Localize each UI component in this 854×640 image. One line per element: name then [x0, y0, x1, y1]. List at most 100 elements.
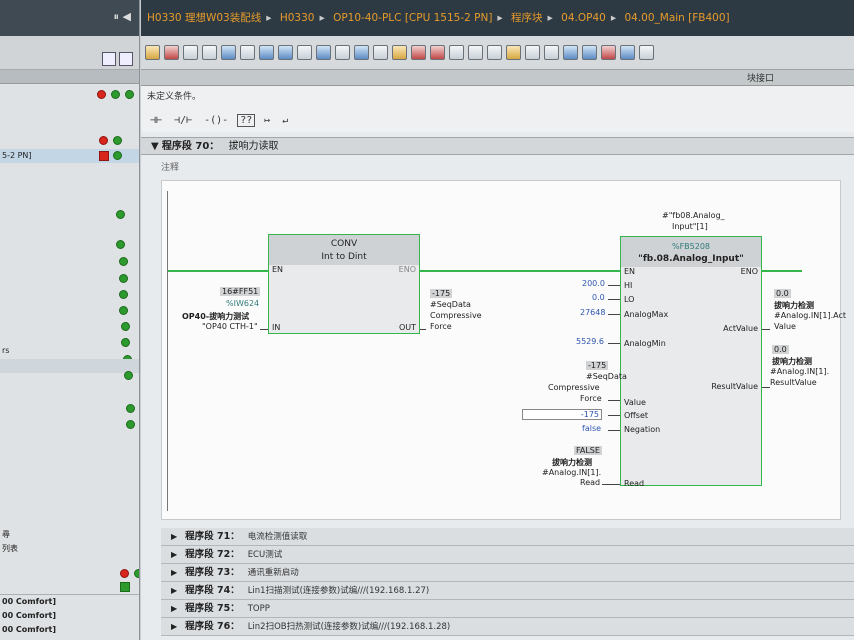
tree-row[interactable] [0, 359, 139, 373]
breadcrumb-item[interactable]: 04.OP40 [561, 12, 606, 24]
download-icon[interactable] [354, 45, 369, 60]
fb-value-var[interactable]: #SeqData [586, 372, 627, 381]
fb-negation-value[interactable]: false [582, 424, 601, 433]
delete-network-icon[interactable] [164, 45, 179, 60]
network-71-header[interactable]: ▶ 程序段 71： 电流检测值读取 [161, 528, 854, 546]
highlight-icon[interactable] [392, 45, 407, 60]
ok-status-icon [125, 90, 134, 99]
error-status-icon [99, 136, 108, 145]
settings-icon[interactable] [639, 45, 654, 60]
upload-icon[interactable] [373, 45, 388, 60]
close-all-networks-icon[interactable] [278, 45, 293, 60]
expand-icon[interactable]: ▶ [171, 568, 177, 577]
conv-in-value: 16#FF51 [220, 287, 261, 296]
network-74-header[interactable]: ▶ 程序段 74： Lin1扫描测试(连接参数)试编///(192.168.1.27… [161, 582, 854, 600]
network-76-header[interactable]: ▶ 程序段 76： Lin2扫OB扫热测试(连接参数)试编///(192.168.1… [161, 618, 854, 636]
conv-in-comment: "OP40 CTH-1" [202, 322, 258, 331]
tree-view-icon[interactable] [102, 52, 116, 66]
cross-ref-icon[interactable] [449, 45, 464, 60]
breadcrumb-item[interactable]: 程序块 [511, 12, 543, 24]
nc-contact-icon[interactable]: ⊣/⊢ [171, 114, 195, 127]
tree-row[interactable]: 尋 [0, 528, 139, 542]
tree-detail-icon[interactable] [119, 52, 133, 66]
ok-status-icon [113, 151, 122, 160]
fb-instance-name-2: Input"[1] [672, 222, 708, 231]
monitor-on-icon[interactable] [582, 45, 597, 60]
breadcrumb-item[interactable]: H0330 [280, 12, 315, 24]
network-70-header[interactable]: ▼ 程序段 70： 拔响力读取 [141, 137, 854, 155]
absolute-operands-icon[interactable] [221, 45, 236, 60]
go-to-icon[interactable] [335, 45, 350, 60]
hmi-device-row[interactable]: 00 Comfort] [0, 623, 139, 637]
network-comment[interactable]: 注释 [161, 160, 179, 173]
glasses-monitor-icon[interactable] [620, 45, 635, 60]
instance-icon[interactable] [506, 45, 521, 60]
breadcrumb-item[interactable]: 04.00_Main [FB400] [624, 12, 729, 24]
block-title[interactable]: 未定义条件。 [141, 86, 854, 108]
analog-input-fb-block[interactable]: %FB5208 "fb.08.Analog_Input" EN HI LO An… [620, 236, 762, 488]
conv-in-address[interactable]: %IW624 [226, 299, 259, 308]
fb-instance-name[interactable]: #"fb08.Analog_ [662, 211, 725, 220]
insert-network-icon[interactable] [145, 45, 160, 60]
power-wire [168, 270, 268, 272]
breadcrumb-item[interactable]: OP10-40-PLC [CPU 1515-2 PN] [333, 12, 492, 24]
fb-offset-value[interactable]: -175 [522, 409, 602, 420]
append-row-icon[interactable] [202, 45, 217, 60]
step-over-icon[interactable] [544, 45, 559, 60]
hmi-device-row[interactable]: 00 Comfort] [0, 609, 139, 623]
conv-out-var[interactable]: #SeqData [430, 300, 471, 309]
block-interface-bar[interactable]: 块接口 [141, 70, 854, 86]
close-branch-icon[interactable]: ↵ [279, 114, 291, 127]
breakpoint-icon[interactable] [411, 45, 426, 60]
expand-icon[interactable]: ▶ [171, 586, 177, 595]
program-editor: H0330 理想W03装配线 ▸ H0330 ▸ OP10-40-PLC [CPU … [141, 0, 854, 640]
conv-block[interactable]: CONV Int to Dint EN ENO IN OUT [268, 234, 420, 334]
ok-status-icon [134, 569, 139, 578]
breadcrumb-item[interactable]: H0330 理想W03装配线 [147, 12, 261, 24]
tag-table-icon[interactable] [487, 45, 502, 60]
ok-status-icon [111, 90, 120, 99]
expand-icon[interactable]: ▶ [171, 550, 177, 559]
expand-icon[interactable]: ▶ [171, 604, 177, 613]
step-out-icon[interactable] [563, 45, 578, 60]
project-tree-titlebar: ⏸ ◀ [0, 0, 139, 36]
favorites-icon[interactable] [240, 45, 255, 60]
power-rail [167, 191, 168, 511]
network-72-header[interactable]: ▶ 程序段 72： ECU测试 [161, 546, 854, 564]
fb-read-current: FALSE [574, 446, 602, 455]
open-all-networks-icon[interactable] [259, 45, 274, 60]
network-73-header[interactable]: ▶ 程序段 73： 通讯重新启动 [161, 564, 854, 582]
panel-controls-icon[interactable]: ⏸ ◀ [114, 10, 131, 24]
fb-resultvalue-current: 0.0 [772, 345, 789, 354]
fb-read-tag[interactable]: 拔响力检测 [552, 457, 592, 468]
tree-row[interactable]: 列表 [0, 542, 139, 556]
fb-analogmin-value[interactable]: 5529.6 [576, 337, 604, 346]
project-tree-panel: ⏸ ◀ 5-2 PN] rs 尋 列表 00 Comfort] 00 Comfo… [0, 0, 140, 640]
fb-analogmax-value[interactable]: 27648 [580, 308, 605, 317]
open-branch-icon[interactable]: ↦ [261, 114, 273, 127]
fb-actvalue-tag[interactable]: 拔响力检测 [774, 300, 814, 311]
fb-resultvalue-tag[interactable]: 拔响力检测 [772, 356, 812, 367]
expand-icon[interactable]: ▶ [171, 622, 177, 631]
insert-row-icon[interactable] [183, 45, 198, 60]
project-tree-toolbar [0, 36, 139, 70]
force-icon[interactable] [601, 45, 616, 60]
call-hierarchy-icon[interactable] [430, 45, 445, 60]
monitor-icon[interactable] [316, 45, 331, 60]
tree-row[interactable]: rs [0, 344, 139, 358]
step-icon[interactable] [525, 45, 540, 60]
checkbox-icon[interactable] [120, 582, 130, 592]
fb-lo-value[interactable]: 0.0 [592, 293, 605, 302]
no-contact-icon[interactable]: ⊣⊢ [147, 114, 165, 127]
fb-hi-value[interactable]: 200.0 [582, 279, 605, 288]
empty-box-icon[interactable]: ?? [237, 113, 256, 127]
hmi-device-row[interactable]: 00 Comfort] [0, 595, 139, 609]
network-75-header[interactable]: ▶ 程序段 75： TOPP [161, 600, 854, 618]
collapse-icon[interactable]: ▼ [151, 141, 162, 152]
conv-in-tag[interactable]: OP40-拔响力测试 [182, 311, 249, 322]
comments-icon[interactable] [297, 45, 312, 60]
ok-status-icon [113, 136, 122, 145]
expand-icon[interactable]: ▶ [171, 532, 177, 541]
compare-icon[interactable] [468, 45, 483, 60]
coil-icon[interactable]: -()- [201, 114, 231, 127]
